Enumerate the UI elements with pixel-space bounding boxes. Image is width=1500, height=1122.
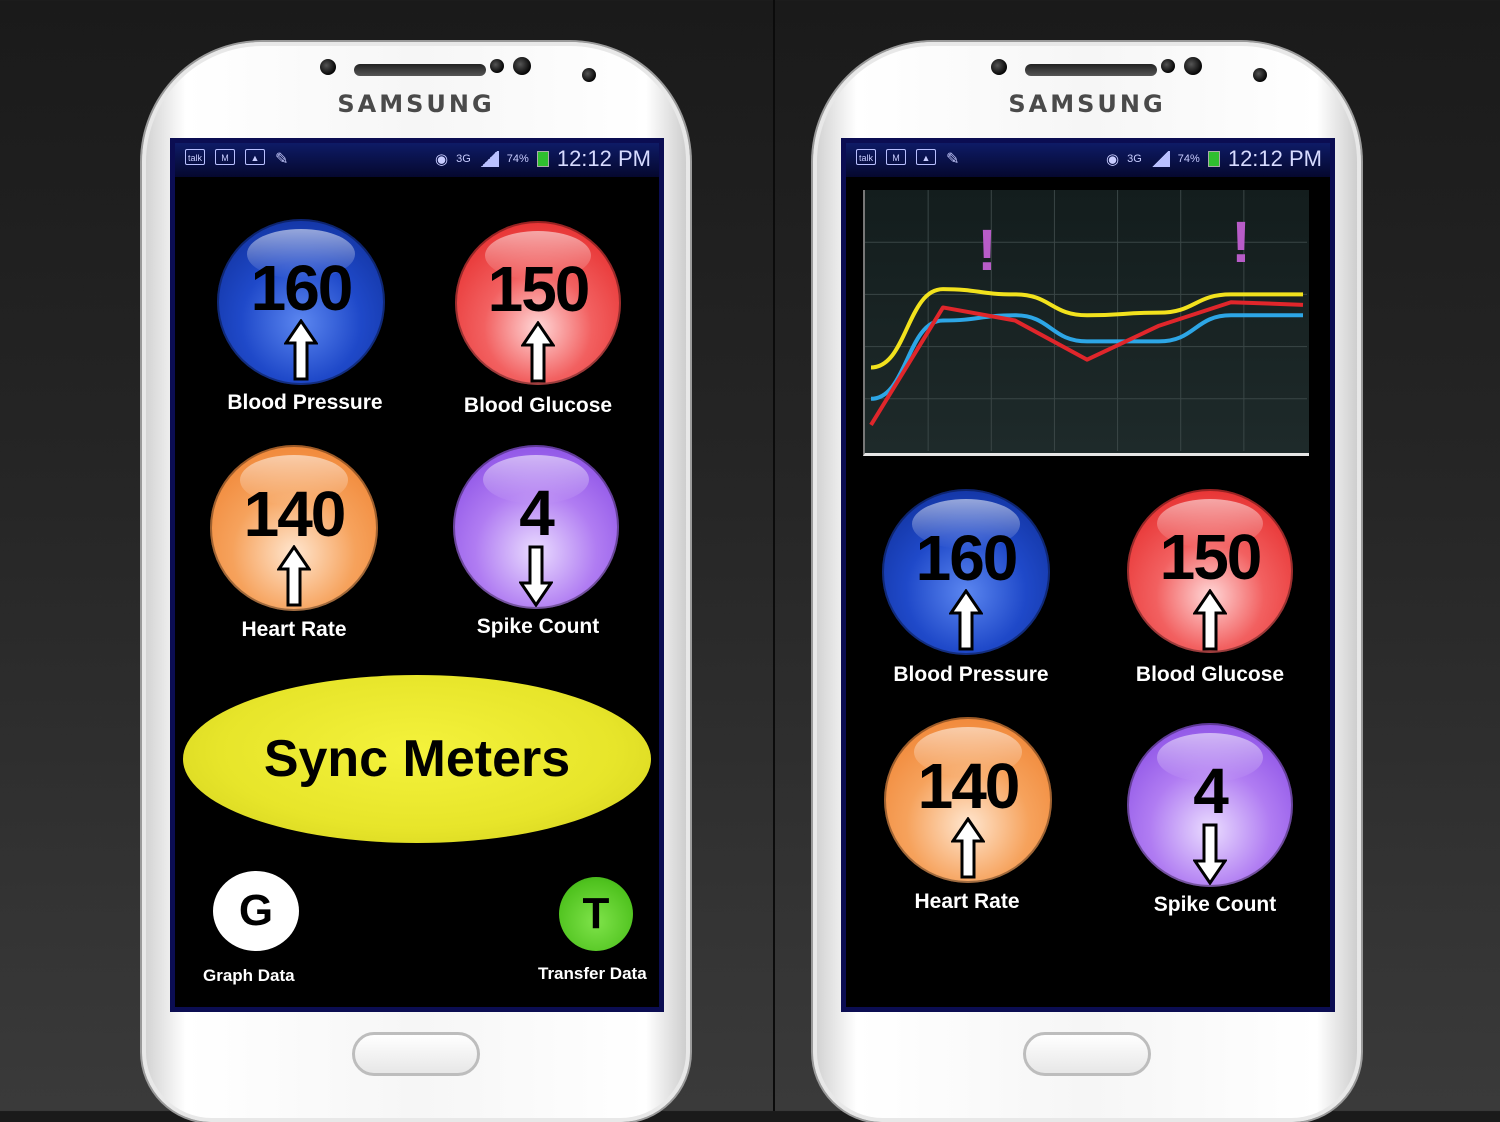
network-type: 3G — [1127, 153, 1142, 165]
sensor-dot — [1161, 59, 1175, 73]
pin-icon: ✎ — [275, 151, 289, 168]
status-time: 12:12 PM — [1227, 146, 1322, 171]
heart-rate-meter[interactable]: 140 — [210, 445, 378, 611]
battery-percent: 74% — [1177, 153, 1200, 165]
screen-left: talk M ▲ ✎ ◉ 3G 74% 12:12 PM 160 Blood P… — [170, 138, 664, 1012]
phone-left: SAMSUNG talk M ▲ ✎ ◉ 3G 74% 12:12 PM 160 — [142, 42, 690, 1122]
transfer-data-label: Transfer Data — [538, 964, 647, 983]
transfer-data-button[interactable]: T — [559, 877, 633, 951]
sensor-dot — [320, 59, 336, 75]
graph-data-button[interactable]: G — [213, 871, 299, 951]
arrow-up-icon — [949, 589, 983, 651]
eye-icon: ◉ — [1106, 151, 1120, 168]
battery-icon — [536, 151, 549, 167]
status-bar: talk M ▲ ✎ ◉ 3G 74% 12:12 PM — [846, 143, 1330, 177]
heart-rate-value: 140 — [917, 749, 1021, 822]
blood-glucose-label: Blood Glucose — [1135, 663, 1285, 686]
talk-icon: talk — [856, 149, 876, 165]
brand-logo: SAMSUNG — [1008, 90, 1166, 118]
spike-count-value: 4 — [519, 477, 555, 550]
arrow-up-icon — [1193, 589, 1227, 651]
arrow-down-icon — [519, 545, 553, 607]
blood-glucose-value: 150 — [1159, 521, 1263, 594]
network-type: 3G — [456, 153, 471, 165]
blood-pressure-label: Blood Pressure — [893, 663, 1049, 686]
spike-count-meter[interactable]: 4 — [1127, 723, 1293, 887]
screen-right: talk M ▲ ✎ ◉ 3G 74% 12:12 PM !! 160 Bloo… — [841, 138, 1335, 1012]
earpiece — [1025, 64, 1157, 76]
home-button[interactable] — [1023, 1032, 1151, 1076]
gallery-icon: ▲ — [245, 149, 265, 165]
blood-glucose-label: Blood Glucose — [463, 394, 613, 417]
graph-data-label: Graph Data — [203, 966, 295, 985]
series-line-1 — [870, 313, 1303, 401]
blood-pressure-meter[interactable]: 160 — [882, 489, 1050, 655]
heart-rate-label: Heart Rate — [914, 890, 1020, 913]
alert-marker: ! — [1231, 210, 1250, 275]
heart-rate-value: 140 — [243, 477, 347, 550]
transfer-button-letter: T — [582, 889, 610, 938]
arrow-down-icon — [1193, 823, 1227, 885]
sync-meters-button[interactable]: Sync Meters — [183, 675, 651, 843]
blood-pressure-value: 160 — [915, 521, 1019, 594]
heart-rate-label: Heart Rate — [241, 618, 347, 641]
signal-icon — [478, 151, 499, 167]
gmail-icon: M — [886, 149, 906, 165]
proximity-sensor — [1253, 68, 1267, 82]
home-button[interactable] — [352, 1032, 480, 1076]
sensor-dot — [490, 59, 504, 73]
eye-icon: ◉ — [435, 151, 449, 168]
arrow-up-icon — [951, 817, 985, 879]
trend-chart: !! — [865, 190, 1307, 451]
blood-pressure-label: Blood Pressure — [227, 391, 383, 414]
blood-glucose-meter[interactable]: 150 — [1127, 489, 1293, 653]
sync-meters-label: Sync Meters — [263, 730, 571, 788]
spike-count-meter[interactable]: 4 — [453, 445, 619, 609]
talk-icon: talk — [185, 149, 205, 165]
battery-icon — [1207, 151, 1220, 167]
proximity-sensor — [582, 68, 596, 82]
front-camera — [513, 57, 531, 75]
status-time: 12:12 PM — [556, 146, 651, 171]
gallery-icon: ▲ — [916, 149, 936, 165]
phone-right: SAMSUNG talk M ▲ ✎ ◉ 3G 74% 12:12 PM !! … — [813, 42, 1361, 1122]
spike-count-label: Spike Count — [476, 615, 600, 638]
blood-pressure-value: 160 — [250, 251, 354, 324]
blood-glucose-meter[interactable]: 150 — [455, 221, 621, 385]
spike-count-label: Spike Count — [1153, 893, 1277, 916]
alert-marker: ! — [977, 218, 996, 283]
gmail-icon: M — [215, 149, 235, 165]
earpiece — [354, 64, 486, 76]
spike-count-value: 4 — [1193, 755, 1229, 828]
graph-button-letter: G — [238, 886, 274, 935]
sensor-dot — [991, 59, 1007, 75]
pin-icon: ✎ — [946, 151, 960, 168]
panel-divider — [773, 0, 775, 1111]
arrow-up-icon — [284, 319, 318, 381]
arrow-up-icon — [521, 321, 555, 383]
brand-logo: SAMSUNG — [337, 90, 495, 118]
arrow-up-icon — [277, 545, 311, 607]
blood-pressure-meter[interactable]: 160 — [217, 219, 385, 385]
trend-graph[interactable]: !! — [863, 190, 1309, 456]
battery-percent: 74% — [506, 153, 529, 165]
blood-glucose-value: 150 — [487, 253, 591, 326]
heart-rate-meter[interactable]: 140 — [884, 717, 1052, 883]
front-camera — [1184, 57, 1202, 75]
status-bar: talk M ▲ ✎ ◉ 3G 74% 12:12 PM — [175, 143, 659, 177]
series-line-2 — [869, 300, 1304, 426]
signal-icon — [1149, 151, 1170, 167]
